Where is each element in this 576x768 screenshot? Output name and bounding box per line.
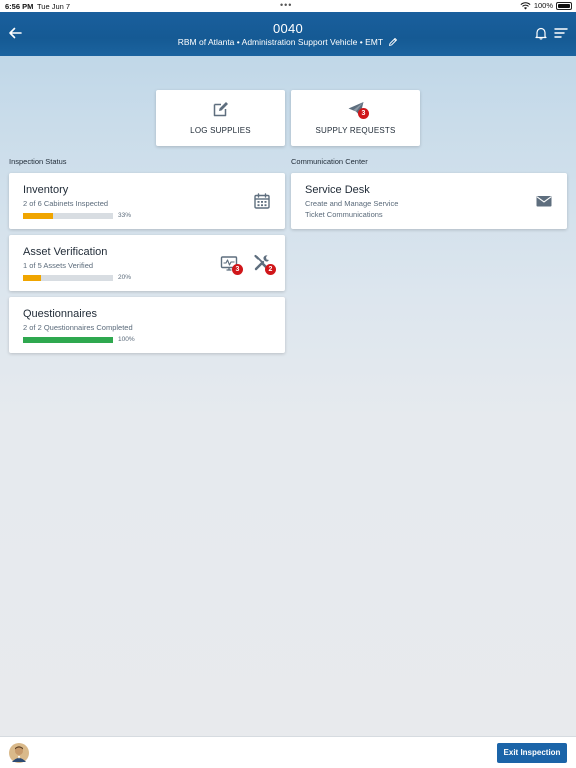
service-desk-line1: Create and Manage Service [305,199,399,208]
questionnaires-progress-fill [23,337,113,343]
status-time: 6:56 PM [5,2,34,11]
supply-requests-badge: 3 [358,108,369,119]
calendar-icon[interactable] [253,192,271,210]
inventory-card[interactable]: Inventory 2 of 6 Cabinets Inspected 33% [9,173,285,229]
status-right: 100% [520,1,572,10]
inspection-status-heading: Inspection Status [9,157,67,166]
status-bar: 6:56 PM Tue Jun 7 ••• 100% [0,0,576,12]
inventory-progress-fill [23,213,53,219]
inventory-title: Inventory [23,184,69,196]
bell-icon[interactable] [534,26,548,40]
status-date: Tue Jun 7 [37,2,71,11]
questionnaires-progress-label: 100% [118,336,135,343]
questionnaires-progress-bar [23,337,113,343]
questionnaires-subtitle: 2 of 2 Questionnaires Completed [23,323,133,332]
wifi-icon [520,1,531,10]
questionnaires-card[interactable]: Questionnaires 2 of 2 Questionnaires Com… [9,297,285,353]
inventory-progress-bar [23,213,113,219]
inventory-progress-label: 33% [118,212,132,219]
envelope-icon[interactable] [535,192,553,210]
asset-verification-title: Asset Verification [23,246,108,258]
supply-requests-button[interactable]: 3 SUPPLY REQUESTS [291,90,420,146]
log-supplies-label: LOG SUPPLIES [190,126,251,135]
exit-inspection-button[interactable]: Exit Inspection [497,743,567,763]
asset-verification-progress-label: 20% [118,274,132,281]
supply-requests-label: SUPPLY REQUESTS [315,126,396,135]
battery-icon [556,1,572,10]
service-desk-line2: Ticket Communications [305,209,383,219]
edit-icon [213,102,228,117]
communication-center-heading: Communication Center [291,157,368,166]
service-desk-card[interactable]: Service Desk Create and Manage Service T… [291,173,567,229]
vehicle-subtitle-text: RBM of Atlanta • Administration Support … [177,37,383,47]
asset-verification-progress-bar [23,275,113,281]
page-title: 0040 [272,21,304,36]
tools-badge: 2 [265,264,276,275]
vehicle-subtitle: RBM of Atlanta • Administration Support … [0,37,576,47]
footer-bar: Exit Inspection [0,736,576,768]
questionnaires-title: Questionnaires [23,308,97,320]
pencil-icon[interactable] [388,37,398,47]
log-supplies-button[interactable]: LOG SUPPLIES [156,90,285,146]
monitor-badge: 3 [232,264,243,275]
asset-verification-progress-fill [23,275,41,281]
multitask-dots-icon[interactable]: ••• [280,0,292,10]
service-desk-title: Service Desk [305,184,370,196]
service-desk-description: Create and Manage Service Ticket Communi… [305,199,398,220]
battery-percent: 100% [533,1,553,10]
app-header: 0040 RBM of Atlanta • Administration Sup… [0,12,576,56]
menu-icon[interactable] [554,27,568,39]
asset-verification-card[interactable]: Asset Verification 1 of 5 Assets Verifie… [9,235,285,291]
user-avatar[interactable] [9,743,29,763]
asset-verification-subtitle: 1 of 5 Assets Verified [23,261,94,270]
inventory-subtitle: 2 of 6 Cabinets Inspected [23,199,109,208]
